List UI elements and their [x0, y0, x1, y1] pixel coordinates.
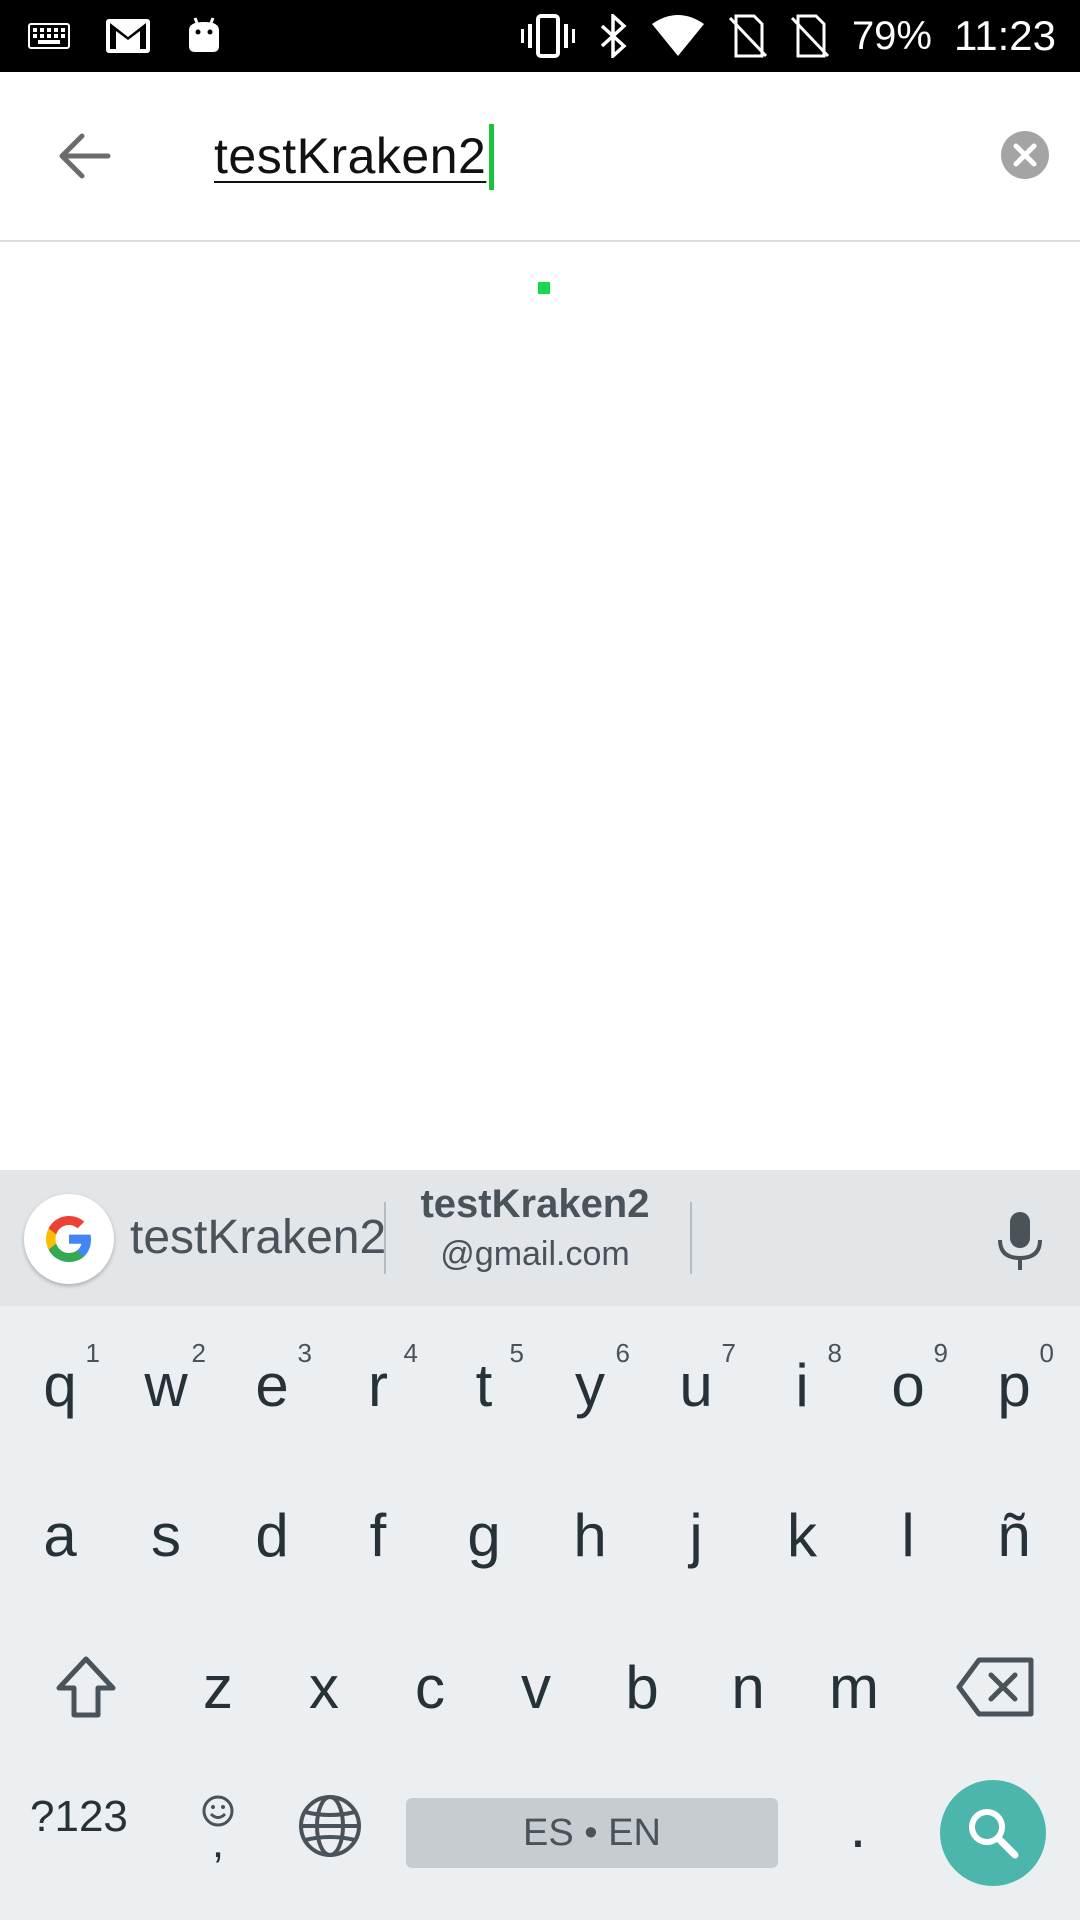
key-h[interactable]: h [540, 1480, 640, 1590]
backspace-icon [956, 1657, 1034, 1717]
loading-indicator [538, 282, 550, 294]
key-hint: 2 [191, 1338, 206, 1368]
vibrate-icon [520, 14, 576, 58]
backspace-key[interactable] [940, 1632, 1050, 1742]
key-hint: 7 [721, 1338, 736, 1368]
key-label: o [891, 1351, 925, 1419]
status-icons-left [28, 0, 222, 72]
key-label: p [997, 1351, 1031, 1419]
key-y[interactable]: y6 [540, 1330, 640, 1440]
suggestion-2[interactable]: testKraken2 @gmail.com [385, 1182, 685, 1274]
key-f[interactable]: f [328, 1480, 428, 1590]
suggestion-2-line2: @gmail.com [440, 1235, 630, 1273]
key-hint: 3 [297, 1338, 312, 1368]
soft-keyboard: testKraken2 testKraken2 @gmail.com q1 w2… [0, 1170, 1080, 1920]
comma-emoji-key[interactable]: , [168, 1776, 268, 1876]
microphone-icon [998, 1212, 1042, 1270]
key-c[interactable]: c [380, 1632, 480, 1742]
key-a[interactable]: a [10, 1480, 110, 1590]
shift-key[interactable] [36, 1632, 136, 1742]
google-g-icon [46, 1216, 91, 1262]
key-label: i [795, 1351, 809, 1419]
clock: 11:23 [954, 12, 1056, 59]
no-sim-icon [728, 14, 768, 58]
comma-label: , [211, 1818, 225, 1867]
search-bar: testKraken2 [0, 72, 1080, 242]
back-button[interactable] [44, 116, 124, 196]
key-x[interactable]: x [274, 1632, 374, 1742]
period-key[interactable]: . [808, 1776, 908, 1876]
symbols-key[interactable]: ?123 [30, 1792, 128, 1842]
shift-icon [56, 1656, 116, 1718]
key-i[interactable]: i8 [752, 1330, 852, 1440]
key-n-tilde[interactable]: ñ [964, 1480, 1064, 1590]
android-icon [186, 16, 222, 56]
suggestion-1[interactable]: testKraken2 [130, 1210, 386, 1265]
gmail-icon [106, 19, 150, 53]
key-m[interactable]: m [804, 1632, 904, 1742]
key-label: y [575, 1351, 605, 1419]
key-hint: 5 [509, 1338, 524, 1368]
status-bar: 79% 11:23 [0, 0, 1080, 72]
key-z[interactable]: z [168, 1632, 268, 1742]
key-label: u [679, 1351, 713, 1419]
suggestion-2-line1: testKraken2 [420, 1182, 650, 1226]
search-input[interactable]: testKraken2 [214, 124, 486, 188]
key-o[interactable]: o9 [858, 1330, 958, 1440]
key-hint: 8 [827, 1338, 842, 1368]
status-icons-right: 79% 11:23 [520, 0, 1056, 72]
keyboard-icon [28, 23, 70, 49]
key-hint: 0 [1039, 1338, 1054, 1368]
key-n[interactable]: n [698, 1632, 798, 1742]
key-hint: 6 [615, 1338, 630, 1368]
key-label: t [475, 1351, 493, 1419]
key-k[interactable]: k [752, 1480, 852, 1590]
key-j[interactable]: j [646, 1480, 746, 1590]
key-v[interactable]: v [486, 1632, 586, 1742]
key-label: q [43, 1351, 77, 1419]
key-g[interactable]: g [434, 1480, 534, 1590]
key-hint: 4 [403, 1338, 418, 1368]
key-p[interactable]: p0 [964, 1330, 1064, 1440]
key-hint: 9 [933, 1338, 948, 1368]
key-u[interactable]: u7 [646, 1330, 746, 1440]
key-e[interactable]: e3 [222, 1330, 322, 1440]
search-action-key[interactable] [940, 1780, 1046, 1886]
no-sim-icon [790, 14, 830, 58]
clear-search-button[interactable] [1000, 130, 1050, 180]
key-hint: 1 [85, 1338, 100, 1368]
wifi-icon [650, 14, 706, 58]
key-s[interactable]: s [116, 1480, 216, 1590]
key-b[interactable]: b [592, 1632, 692, 1742]
search-icon [969, 1809, 1019, 1859]
key-t[interactable]: t5 [434, 1330, 534, 1440]
space-key[interactable]: ES • EN [406, 1798, 778, 1868]
google-button[interactable] [24, 1194, 114, 1284]
text-cursor [489, 124, 494, 190]
suggestion-bar: testKraken2 testKraken2 @gmail.com [0, 1170, 1080, 1306]
voice-input-button[interactable] [990, 1210, 1050, 1274]
bluetooth-icon [598, 14, 628, 58]
key-label: w [144, 1351, 188, 1419]
key-q[interactable]: q1 [10, 1330, 110, 1440]
clear-circle-icon [1001, 131, 1049, 179]
key-label: r [368, 1351, 388, 1419]
key-l[interactable]: l [858, 1480, 958, 1590]
key-r[interactable]: r4 [328, 1330, 428, 1440]
globe-icon [299, 1795, 361, 1857]
key-label: e [255, 1351, 289, 1419]
language-key[interactable] [280, 1776, 380, 1876]
arrow-left-icon [59, 133, 111, 179]
battery-level: 79% [851, 13, 932, 58]
key-d[interactable]: d [222, 1480, 322, 1590]
suggestion-divider [690, 1202, 692, 1274]
key-w[interactable]: w2 [116, 1330, 216, 1440]
